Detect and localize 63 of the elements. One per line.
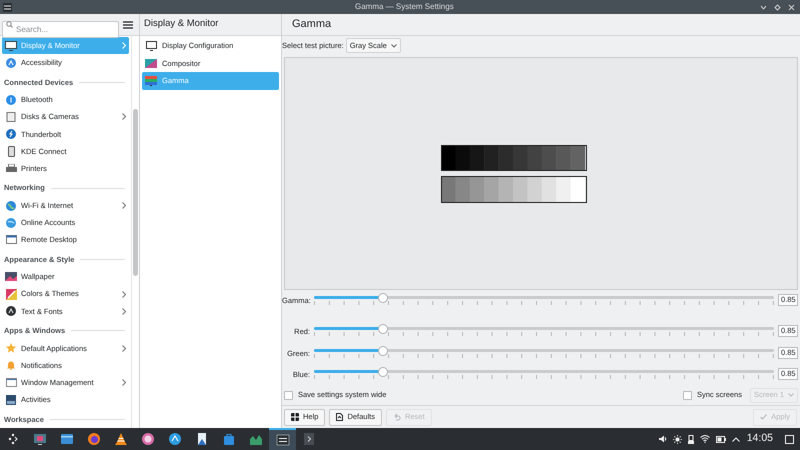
search-field[interactable]: Search... [2,21,119,38]
help-icon [291,413,299,422]
taskbar-app[interactable] [269,428,296,450]
star-icon [6,343,16,354]
slider-handle[interactable] [378,366,388,377]
globe-icon [6,218,16,228]
phone-icon [8,146,14,157]
brightness-icon[interactable] [672,434,682,444]
slider-track[interactable] [314,370,774,374]
close-icon[interactable] [788,4,795,10]
monitor-icon [5,40,17,51]
scrollbar-thumb[interactable] [133,109,138,276]
check-icon [760,414,768,420]
globe-icon [6,200,16,210]
show-desktop-icon[interactable] [785,434,794,444]
slider-track[interactable] [314,327,774,330]
clock[interactable]: 14:05 [746,431,773,447]
palette-icon [6,288,16,300]
chevron-up-icon[interactable] [732,436,740,442]
slider-track[interactable] [314,296,774,300]
minimize-icon[interactable] [760,4,767,10]
window-icon [6,378,16,388]
slider-handle[interactable] [378,292,388,303]
window-title: Gamma — System Settings [355,1,454,13]
compositor-icon [145,58,157,68]
app-icon [3,2,12,12]
device-icon[interactable] [688,434,694,444]
accessibility-icon [6,58,16,68]
browser-icon [86,432,100,446]
caret-icon [390,44,397,48]
folder-icon [60,432,74,446]
caret-icon [788,393,794,398]
monitor-icon [32,432,46,446]
slider-handle[interactable] [378,346,388,356]
slider-handle[interactable] [378,324,388,334]
wallpaper-icon [5,272,17,282]
settings-icon [276,433,290,447]
thunderbolt-icon [6,129,16,140]
document-icon [336,413,344,422]
battery-icon[interactable] [716,436,726,442]
monitor-icon [146,40,156,51]
panel-title: Display & Monitor [144,17,218,32]
window-icon [6,235,16,244]
checkbox[interactable] [682,390,692,400]
slider-track[interactable] [314,349,774,352]
menu-icon[interactable] [123,20,133,28]
circle-icon [140,432,154,446]
bag-icon [222,432,236,446]
maximize-icon[interactable] [774,4,781,10]
wifi-icon[interactable] [700,435,710,443]
cone-icon [114,432,128,446]
printer-icon [6,164,16,174]
checkbox[interactable] [284,390,293,400]
bell-icon [6,360,16,370]
drive-icon [6,112,16,122]
page-title: Gamma [292,17,332,32]
launcher-icon[interactable] [7,433,19,445]
undo-icon [392,413,401,422]
volume-icon[interactable] [658,435,667,443]
activities-icon [6,394,16,405]
search-icon [6,21,13,28]
chevron-right-icon[interactable] [304,433,314,445]
gamma-icon [145,76,157,86]
